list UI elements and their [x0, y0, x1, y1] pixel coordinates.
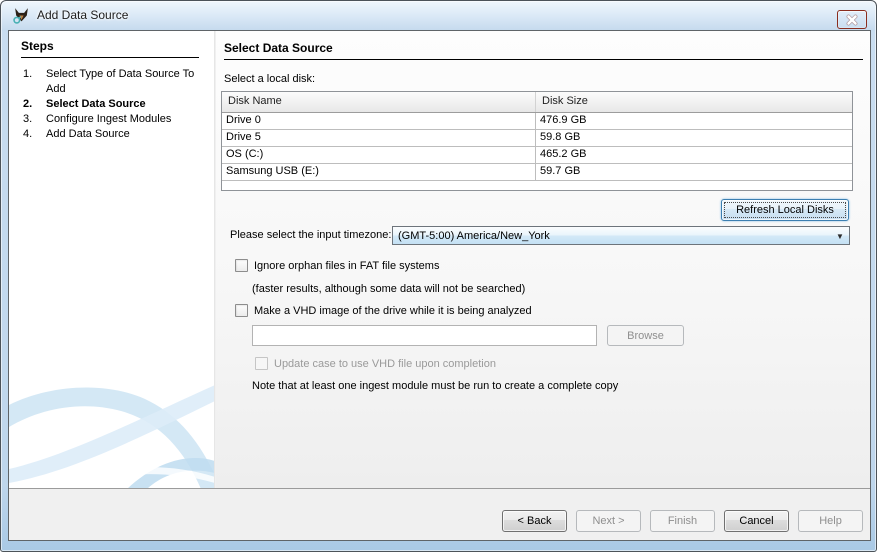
make-vhd-image-checkbox[interactable]: [235, 304, 248, 317]
disk-size-cell[interactable]: 59.8 GB: [536, 130, 852, 146]
select-disk-label: Select a local disk:: [224, 73, 315, 85]
close-button[interactable]: [837, 10, 867, 29]
ingest-note: Note that at least one ingest module mus…: [252, 380, 618, 392]
step-label: Select Data Source: [46, 97, 204, 112]
help-button[interactable]: Help: [798, 510, 863, 532]
back-button-label: < Back: [518, 515, 552, 527]
step-number: 1.: [23, 67, 46, 97]
step-number: 3.: [23, 112, 46, 127]
refresh-local-disks-button[interactable]: Refresh Local Disks: [721, 199, 849, 221]
disk-name-cell[interactable]: Drive 5: [222, 130, 536, 146]
disk-name-cell[interactable]: Drive 0: [222, 113, 536, 129]
titlebar[interactable]: Add Data Source: [1, 1, 876, 30]
finish-button[interactable]: Finish: [650, 510, 715, 532]
browse-button[interactable]: Browse: [607, 325, 684, 346]
wizard-button-bar: < Back Next > Finish Cancel Help: [9, 488, 870, 540]
ignore-orphan-files-label[interactable]: Ignore orphan files in FAT file systems: [254, 260, 439, 272]
focus-rectangle: [724, 202, 846, 218]
table-row[interactable]: Samsung USB (E:) 59.7 GB: [222, 164, 852, 181]
add-data-source-window: Add Data Source Steps 1. Select Type of …: [0, 0, 877, 552]
timezone-selected-value: (GMT-5:00) America/New_York: [393, 230, 831, 242]
next-button-label: Next >: [592, 515, 624, 527]
browse-button-label: Browse: [627, 330, 664, 342]
autopsy-dog-icon: [13, 7, 30, 24]
cancel-button-label: Cancel: [739, 515, 773, 527]
cancel-button[interactable]: Cancel: [724, 510, 789, 532]
disk-size-cell[interactable]: 476.9 GB: [536, 113, 852, 129]
step-number: 2.: [23, 97, 46, 112]
update-case-label: Update case to use VHD file upon complet…: [274, 358, 496, 370]
disk-size-cell[interactable]: 465.2 GB: [536, 147, 852, 163]
step-item-4: 4. Add Data Source: [23, 127, 204, 142]
local-disk-table[interactable]: Disk Name Disk Size Drive 0 476.9 GB Dri…: [221, 91, 853, 191]
step-item-1: 1. Select Type of Data Source To Add: [23, 67, 204, 97]
close-icon: [845, 14, 859, 26]
timezone-select[interactable]: (GMT-5:00) America/New_York ▼: [392, 226, 850, 245]
step-number: 4.: [23, 127, 46, 142]
table-row[interactable]: Drive 0 476.9 GB: [222, 113, 852, 130]
dialog-body: Steps 1. Select Type of Data Source To A…: [8, 30, 871, 541]
help-button-label: Help: [819, 515, 842, 527]
step-label: Configure Ingest Modules: [46, 112, 204, 127]
table-row[interactable]: Drive 5 59.8 GB: [222, 130, 852, 147]
back-button[interactable]: < Back: [502, 510, 567, 532]
orphan-note: (faster results, although some data will…: [252, 283, 525, 295]
finish-button-label: Finish: [668, 515, 697, 527]
column-header-disk-size[interactable]: Disk Size: [536, 92, 852, 112]
timezone-label: Please select the input timezone:: [230, 229, 391, 241]
steps-heading: Steps: [21, 39, 199, 58]
vhd-path-field[interactable]: [252, 325, 597, 346]
column-header-disk-name[interactable]: Disk Name: [222, 92, 536, 112]
chevron-down-icon[interactable]: ▼: [831, 231, 849, 241]
table-header-row: Disk Name Disk Size: [222, 92, 852, 113]
step-label: Add Data Source: [46, 127, 204, 142]
table-row[interactable]: OS (C:) 465.2 GB: [222, 147, 852, 164]
update-case-checkbox[interactable]: [255, 357, 268, 370]
step-item-3: 3. Configure Ingest Modules: [23, 112, 204, 127]
window-title: Add Data Source: [37, 8, 128, 22]
steps-panel: Steps 1. Select Type of Data Source To A…: [9, 31, 215, 489]
select-data-source-panel: Select Data Source Select a local disk: …: [216, 31, 870, 489]
next-button[interactable]: Next >: [576, 510, 641, 532]
make-vhd-image-label[interactable]: Make a VHD image of the drive while it i…: [254, 305, 532, 317]
ignore-orphan-files-checkbox[interactable]: [235, 259, 248, 272]
panel-heading: Select Data Source: [224, 41, 863, 60]
disk-name-cell[interactable]: OS (C:): [222, 147, 536, 163]
step-label: Select Type of Data Source To Add: [46, 67, 204, 97]
step-item-2-current: 2. Select Data Source: [23, 97, 204, 112]
watermark-swoosh: [9, 371, 215, 489]
disk-size-cell[interactable]: 59.7 GB: [536, 164, 852, 180]
disk-name-cell[interactable]: Samsung USB (E:): [222, 164, 536, 180]
